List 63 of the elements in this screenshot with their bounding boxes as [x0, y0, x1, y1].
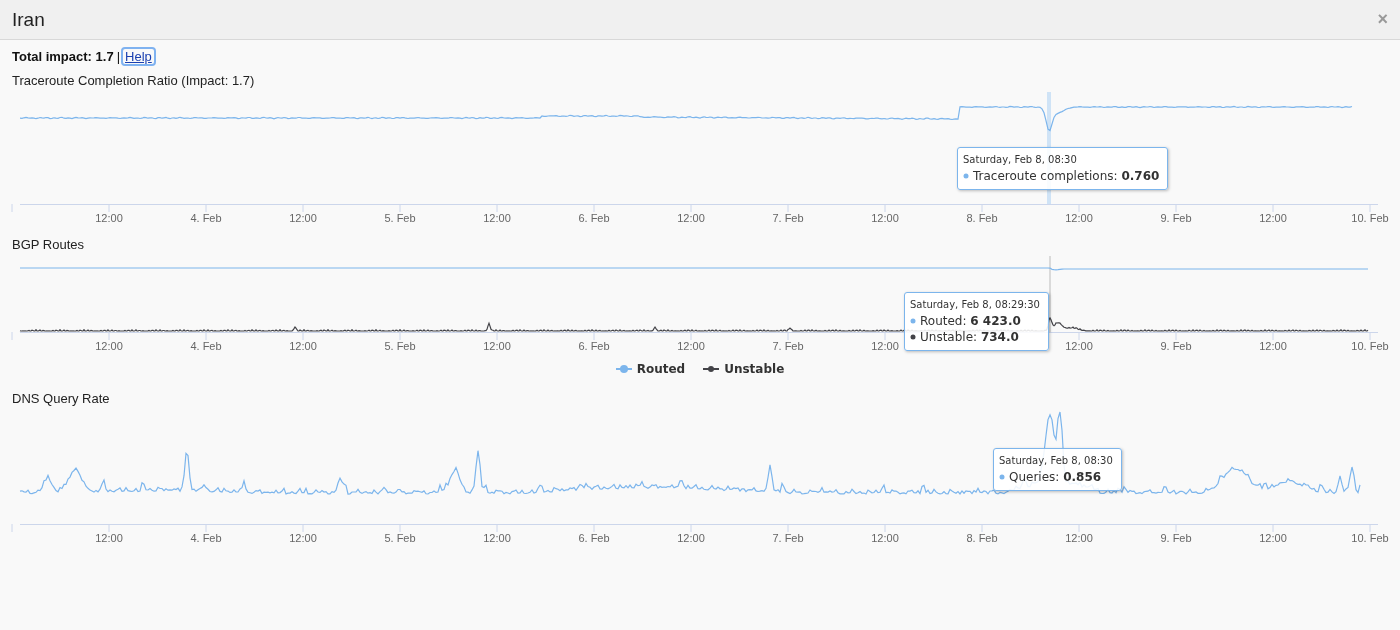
axis-label: 4. Feb [190, 532, 222, 544]
series-dot-icon [963, 173, 969, 179]
chart-title: Traceroute Completion Ratio (Impact: 1.7) [11, 73, 256, 88]
axis-label: 12:00 [1259, 212, 1287, 224]
axis-label: 4. Feb [190, 212, 222, 224]
axis-label: 12:00 [1259, 532, 1287, 544]
axis-label: 10. Feb [1351, 212, 1389, 224]
axis-label: 8. Feb [966, 212, 998, 224]
tooltip-value: Routed: 6 423.0 [920, 313, 1021, 329]
axis-label: 5. Feb [384, 212, 416, 224]
axis-label: 7. Feb [772, 532, 804, 544]
axis-label: 12:00 [677, 340, 705, 352]
axis-label: 5. Feb [384, 340, 416, 352]
axis-label: 12:00 [95, 532, 123, 544]
axis-label: 12:00 [483, 212, 511, 224]
tooltip-value: Traceroute completions: 0.760 [973, 168, 1160, 184]
tooltip-value: Unstable: 734.0 [920, 329, 1019, 345]
axis-label: 9. Feb [1160, 212, 1192, 224]
axis-label: 6. Feb [578, 212, 610, 224]
help-link[interactable]: Help [123, 49, 154, 64]
axis-label: 12:00 [871, 212, 899, 224]
axis-label: 8. Feb [966, 532, 998, 544]
axis-label: 12:00 [1259, 340, 1287, 352]
axis-label: 12:00 [483, 340, 511, 352]
legend-item[interactable]: Routed [615, 362, 686, 376]
axis-label: 9. Feb [1160, 340, 1192, 352]
chart-title: DNS Query Rate [11, 391, 111, 406]
axis-label: 12:00 [1065, 340, 1093, 352]
axis-label: 12:00 [1065, 532, 1093, 544]
axis-label: 5. Feb [384, 532, 416, 544]
series-marker-icon [703, 364, 720, 374]
series-dot-icon [910, 318, 916, 324]
tooltip-time: Saturday, Feb 8, 08:29:30 [910, 299, 1040, 310]
axis-label: 12:00 [483, 532, 511, 544]
axis-label: 9. Feb [1160, 532, 1192, 544]
axis-label: 12:00 [289, 340, 317, 352]
axis-label: 10. Feb [1351, 340, 1389, 352]
total-impact: Total impact: 1.7 [12, 49, 114, 64]
axis-label: 12:00 [677, 532, 705, 544]
axis-label: 12:00 [1065, 212, 1093, 224]
window-title: Iran [12, 8, 45, 31]
axis-label: 12:00 [871, 532, 899, 544]
axis-label: 12:00 [95, 340, 123, 352]
axis-label: 12:00 [289, 532, 317, 544]
axis-label: 12:00 [871, 340, 899, 352]
axis-label: 12:00 [95, 212, 123, 224]
series-dot-icon [999, 474, 1005, 480]
axis-label: 6. Feb [578, 340, 610, 352]
series-dot-icon [910, 334, 916, 340]
axis-label: 4. Feb [190, 340, 222, 352]
legend-item[interactable]: Unstable [703, 362, 785, 376]
tooltip-time: Saturday, Feb 8, 08:30 [963, 154, 1078, 165]
tooltip-value: Queries: 0.856 [1009, 469, 1102, 485]
axis-label: 7. Feb [772, 212, 804, 224]
chart-title: BGP Routes [11, 237, 86, 252]
axis-label: 12:00 [289, 212, 317, 224]
series-marker-icon [615, 364, 632, 374]
tooltip-time: Saturday, Feb 8, 08:30 [999, 455, 1113, 466]
axis-label: 6. Feb [578, 532, 610, 544]
axis-label: 12:00 [677, 212, 705, 224]
axis-label: 7. Feb [772, 340, 804, 352]
axis-label: 10. Feb [1351, 532, 1389, 544]
separator: | [116, 49, 120, 64]
